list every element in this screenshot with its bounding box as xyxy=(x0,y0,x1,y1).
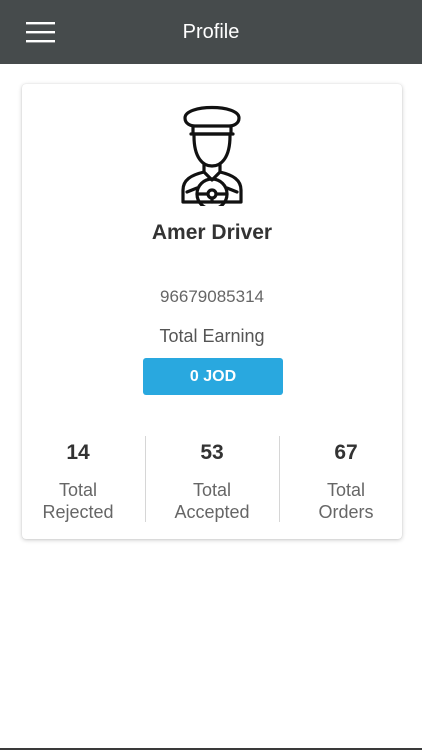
stat-total-rejected: 14 Total Rejected xyxy=(22,434,134,524)
stat-label: Total Accepted xyxy=(156,479,268,523)
app-header: Profile xyxy=(0,0,422,64)
stat-label-line2: Accepted xyxy=(174,502,250,522)
driver-name: Amer Driver xyxy=(151,221,273,244)
stat-value: 53 xyxy=(200,441,224,464)
driver-avatar-icon xyxy=(181,105,243,206)
profile-card: Amer Driver 96679085314 Total Earning 0 … xyxy=(22,84,402,539)
stat-label: Total Rejected xyxy=(22,479,134,523)
profile-screen: Profile Amer Driver 96679085314 Total Ea… xyxy=(0,0,422,750)
total-earning-label: Total Earning xyxy=(159,326,265,346)
avatar xyxy=(177,96,247,206)
stat-label-line1: Total xyxy=(192,480,232,500)
stat-divider xyxy=(279,436,280,522)
stats-row: 14 Total Rejected 53 Total Accepted 67 T… xyxy=(22,434,402,524)
earning-badge: 0 JOD xyxy=(143,358,283,395)
stat-label-line1: Total xyxy=(58,480,98,500)
page-title: Profile xyxy=(182,21,240,43)
stat-label-line2: Rejected xyxy=(42,502,114,522)
stat-value: 67 xyxy=(334,441,358,464)
stat-label: Total Orders xyxy=(290,479,402,523)
stat-value: 14 xyxy=(66,441,90,464)
stat-total-accepted: 53 Total Accepted xyxy=(156,434,268,524)
stat-label-line2: Orders xyxy=(318,502,374,522)
stat-label-line1: Total xyxy=(326,480,366,500)
stat-divider xyxy=(145,436,146,522)
stat-total-orders: 67 Total Orders xyxy=(290,434,402,524)
phone-number: 96679085314 xyxy=(159,287,264,306)
